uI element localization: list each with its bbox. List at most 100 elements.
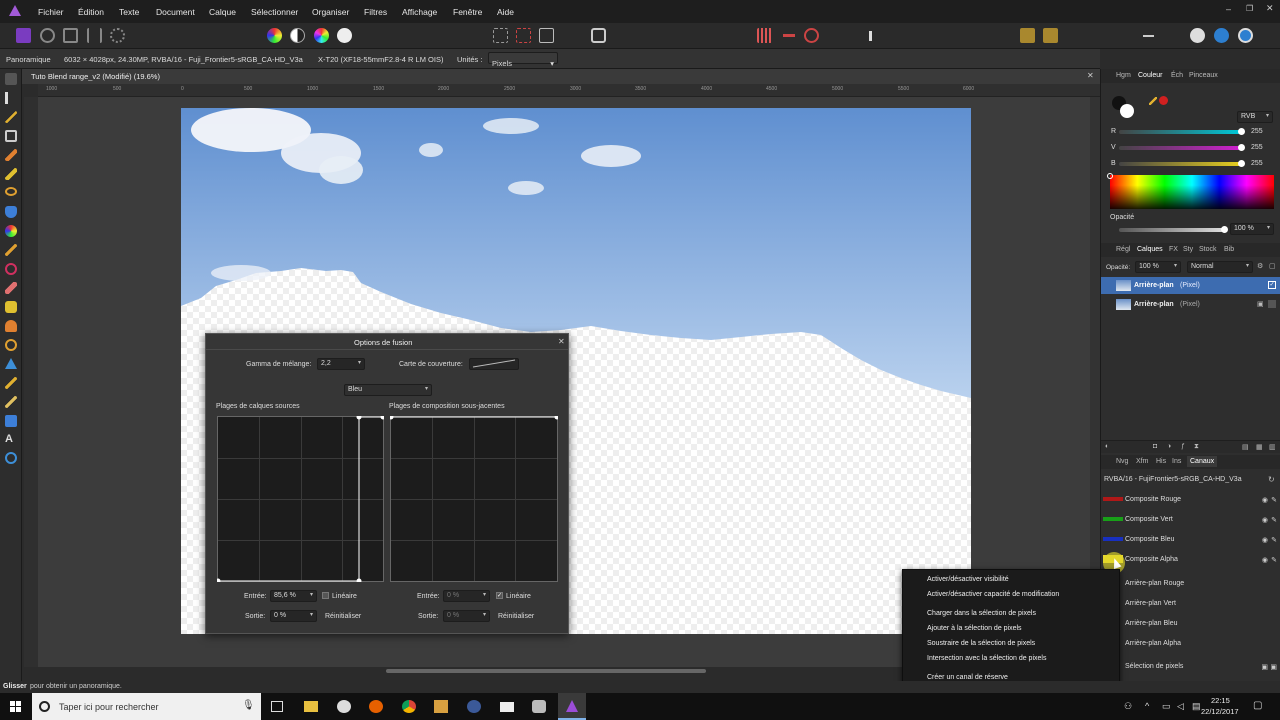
recent-color-swatch[interactable] (1159, 96, 1168, 105)
tab-stock[interactable]: Stock (1199, 246, 1217, 253)
eyedropper-icon[interactable] (1149, 97, 1157, 105)
snapping-icon[interactable] (781, 28, 796, 43)
layer-visibility-checkbox[interactable]: ✓ (1268, 281, 1276, 289)
invert-selection-icon[interactable] (539, 28, 554, 43)
color-opacity-field[interactable]: 100 % ▾ (1230, 223, 1274, 235)
color-picker-icon[interactable] (5, 111, 17, 123)
dialog-close-icon[interactable]: ✕ (558, 337, 565, 346)
layer-row[interactable]: Arrière-plan (Pixel) ▣ (1101, 296, 1280, 313)
menu-calque[interactable]: Calque (209, 7, 236, 17)
tab-histogram[interactable]: Hgm (1116, 72, 1131, 79)
align-icon[interactable] (1141, 28, 1156, 43)
microphone-icon[interactable]: 🎙 (242, 700, 255, 711)
pencil-icon[interactable]: ✎ (1271, 516, 1277, 524)
mail-icon[interactable] (500, 702, 514, 712)
erase-tool-icon[interactable] (5, 282, 17, 294)
keyboard-icon[interactable]: ▤ (1192, 701, 1201, 712)
refresh-icon[interactable]: ↻ (1268, 475, 1275, 484)
zoom-tool-icon[interactable] (5, 452, 17, 464)
right-linear-checkbox[interactable]: ✓ (496, 592, 503, 599)
left-reset-button[interactable]: Réinitialiser (325, 613, 361, 620)
auto-colors-icon[interactable] (314, 28, 329, 43)
menu-selectionner[interactable]: Sélectionner (251, 7, 298, 17)
auto-white-balance-icon[interactable] (337, 28, 352, 43)
layer-options-icon[interactable]: ◐ (1105, 443, 1109, 450)
color-replacement-icon[interactable] (5, 263, 17, 275)
menu-texte[interactable]: Texte (119, 7, 139, 17)
boolean-add-icon[interactable] (1190, 28, 1205, 43)
mask-layer-icon[interactable]: ◘ (1153, 443, 1157, 450)
r-slider[interactable] (1119, 130, 1241, 134)
clear-selection-icon[interactable]: ▣ (1270, 663, 1277, 671)
channel-row[interactable]: Composite Alpha ◉ ✎ (1101, 550, 1280, 570)
clock-time[interactable]: 22:15 (1211, 696, 1230, 705)
export-persona-icon[interactable] (110, 28, 125, 43)
composition-range-graph[interactable] (390, 416, 558, 582)
fx-icon[interactable]: ƒ (1181, 443, 1185, 450)
firefox-icon[interactable] (369, 700, 383, 713)
v-slider[interactable] (1119, 146, 1241, 150)
gamma-dropdown[interactable]: 2,2 ▾ (317, 358, 365, 370)
eye-icon[interactable]: ◉ (1262, 516, 1268, 524)
windows-start-icon[interactable] (10, 701, 21, 712)
tab-swatches[interactable]: Éch (1171, 72, 1183, 79)
menu-item-intersect-selection[interactable]: Intersection avec la sélection de pixels (927, 655, 1046, 662)
quick-mask-icon[interactable] (591, 28, 606, 43)
arrange-front-icon[interactable] (1043, 28, 1058, 43)
deselect-icon[interactable] (516, 28, 531, 43)
color-opacity-knob[interactable] (1221, 226, 1228, 233)
channel-row[interactable]: Arrière-plan Bleu (1101, 614, 1280, 634)
spectrum-picker[interactable] (1107, 173, 1113, 179)
adjustment-layer-icon[interactable]: ◑ (1167, 443, 1171, 450)
pencil-icon[interactable]: ✎ (1271, 536, 1277, 544)
app-icon[interactable] (337, 700, 351, 713)
auto-levels-icon[interactable] (267, 28, 282, 43)
boolean-subtract-icon[interactable] (1214, 28, 1229, 43)
menu-item-toggle-visibility[interactable]: Activer/désactiver visibilité (927, 576, 1009, 583)
restore-icon[interactable]: ❐ (1246, 4, 1253, 13)
auto-contrast-icon[interactable] (290, 28, 305, 43)
app-icon[interactable] (467, 700, 481, 713)
tab-adjustments[interactable]: Régl (1116, 246, 1130, 253)
minimize-icon[interactable]: – (1226, 4, 1231, 14)
tab-navigator[interactable]: Nvg (1116, 458, 1128, 465)
right-output-field[interactable]: 0 % ▾ (443, 610, 490, 622)
network-icon[interactable]: ▭ (1162, 701, 1171, 712)
assistant-icon[interactable] (863, 28, 878, 43)
b-slider[interactable] (1119, 162, 1241, 166)
add-layer-icon[interactable]: ▦ (1256, 443, 1263, 451)
tab-info[interactable]: Ins (1172, 458, 1181, 465)
task-view-icon[interactable] (271, 701, 283, 712)
units-dropdown[interactable]: Pixels ▾ (488, 52, 558, 68)
liquify-persona-icon[interactable] (40, 28, 55, 43)
menu-item-toggle-editability[interactable]: Activer/désactiver capacité de modificat… (927, 591, 1059, 598)
menu-item-subtract-selection[interactable]: Soustraire de la sélection de pixels (927, 640, 1035, 647)
menu-item-add-selection[interactable]: Ajouter à la sélection de pixels (927, 625, 1022, 632)
dodge-tool-icon[interactable] (5, 301, 17, 313)
channel-row[interactable]: Composite Vert ◉ ✎ (1101, 510, 1280, 530)
boolean-intersect-icon[interactable] (1238, 28, 1253, 43)
menu-edition[interactable]: Édition (78, 7, 104, 17)
tab-styles[interactable]: Sty (1183, 246, 1193, 253)
menu-item-create-spare-channel[interactable]: Créer un canal de réserve (927, 674, 1008, 681)
fill-color-well[interactable] (1120, 104, 1134, 118)
channel-row[interactable]: Sélection de pixels ▣ ▣ (1101, 657, 1280, 677)
r-slider-knob[interactable] (1238, 128, 1245, 135)
close-app-icon[interactable]: ✕ (1266, 3, 1274, 14)
flood-select-icon[interactable] (5, 168, 17, 180)
menu-document[interactable]: Document (156, 7, 195, 17)
pen-tool-icon[interactable] (5, 377, 17, 389)
chevron-up-icon[interactable]: ^ (1145, 701, 1149, 711)
flood-fill-icon[interactable] (5, 206, 17, 218)
move-tool-icon[interactable] (5, 92, 17, 104)
tab-fx[interactable]: FX (1169, 246, 1178, 253)
eye-icon[interactable]: ◉ (1262, 496, 1268, 504)
channel-dropdown[interactable]: Bleu ▾ (344, 384, 432, 396)
gear-icon[interactable]: ⚙ (1257, 262, 1263, 270)
selection-brush-icon[interactable] (5, 149, 17, 161)
trash-icon[interactable]: ▥ (1269, 443, 1276, 451)
tab-layers[interactable]: Calques (1137, 246, 1163, 253)
arrange-back-icon[interactable] (1020, 28, 1035, 43)
source-range-graph[interactable] (217, 416, 384, 582)
paint-brush-icon[interactable] (5, 244, 17, 256)
